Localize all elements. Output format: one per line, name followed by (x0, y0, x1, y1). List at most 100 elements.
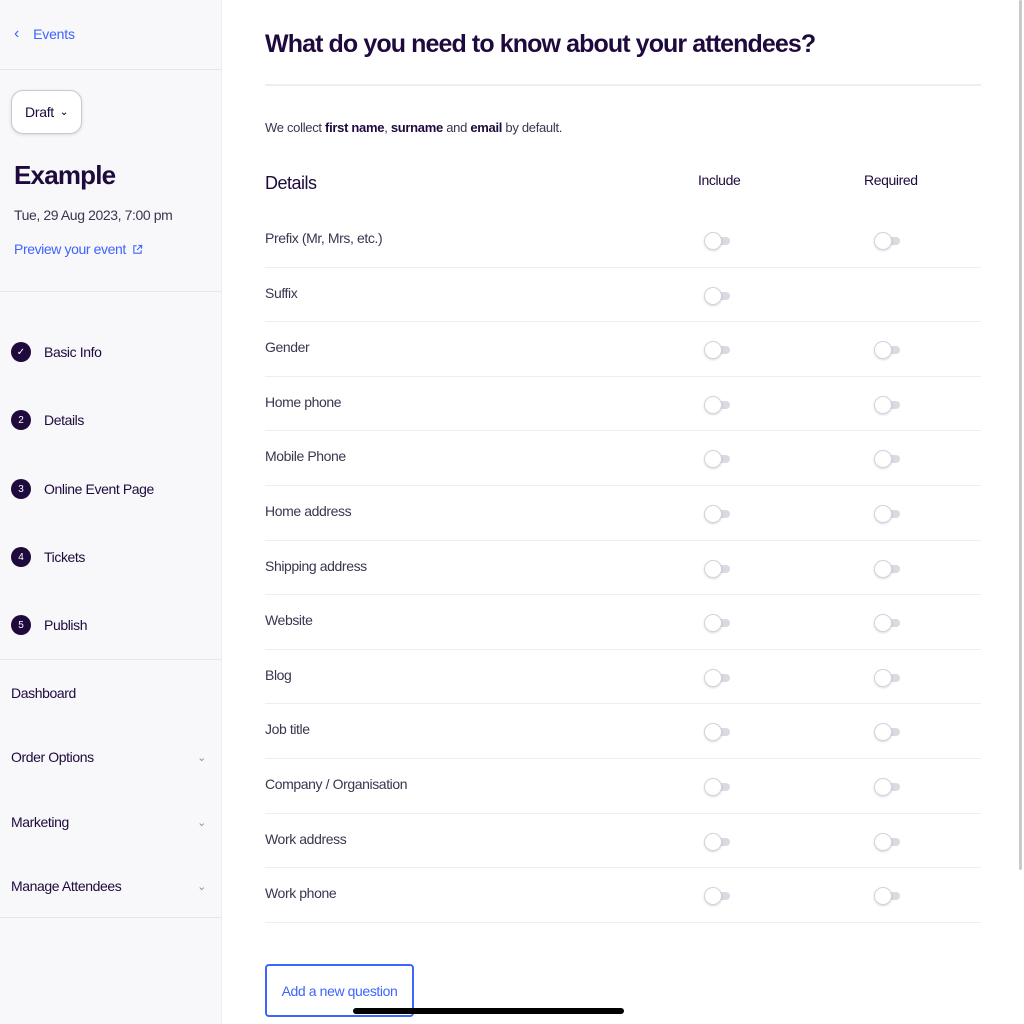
step-number: 5 (11, 615, 31, 635)
required-toggle[interactable] (874, 341, 902, 360)
field-label: Job title (265, 721, 310, 738)
back-link-label: Events (33, 26, 75, 42)
step-number: 2 (11, 410, 31, 430)
chevron-down-icon: ⌄ (197, 751, 206, 764)
required-toggle[interactable] (874, 723, 902, 742)
toggle-knob (874, 232, 892, 250)
toggle-knob (704, 341, 722, 360)
nav-order-options[interactable]: Order Options ⌄ (11, 745, 206, 769)
scrollbar[interactable] (1019, 0, 1022, 870)
required-toggle[interactable] (874, 832, 902, 851)
required-toggle[interactable] (874, 450, 902, 469)
nav-marketing[interactable]: Marketing ⌄ (11, 810, 206, 834)
field-label: Shipping address (265, 557, 367, 574)
include-toggle[interactable] (704, 614, 732, 633)
step-details[interactable]: 2 Details (11, 407, 84, 433)
step-label: Basic Info (44, 344, 102, 360)
toggle-knob (704, 559, 722, 578)
toggle-knob (704, 777, 722, 796)
step-publish[interactable]: 5 Publish (11, 612, 88, 638)
chevron-down-icon: ⌄ (197, 880, 206, 893)
step-basic-info[interactable]: ✓ Basic Info (11, 339, 102, 365)
step-label: Publish (44, 617, 88, 633)
nav-manage-attendees[interactable]: Manage Attendees ⌄ (11, 874, 206, 898)
toggle-knob (704, 614, 722, 633)
field-row: Suffix (265, 268, 981, 323)
toggle-knob (874, 559, 892, 578)
field-label: Home address (265, 502, 352, 519)
include-toggle[interactable] (704, 723, 732, 742)
step-label: Online Event Page (44, 481, 154, 497)
preview-event-link[interactable]: Preview your event (14, 241, 143, 257)
toggle-knob (704, 504, 722, 523)
include-toggle[interactable] (704, 559, 732, 578)
chevron-down-icon: ⌄ (59, 106, 68, 118)
toggle-knob (704, 450, 722, 469)
sidebar-divider (0, 659, 222, 660)
include-toggle[interactable] (704, 286, 732, 305)
include-toggle[interactable] (704, 832, 732, 851)
field-label: Suffix (265, 284, 298, 301)
step-label: Details (44, 412, 84, 428)
required-toggle[interactable] (874, 614, 902, 633)
chevron-left-icon: ‹ (14, 25, 20, 42)
include-toggle[interactable] (704, 232, 732, 250)
toggle-knob (874, 614, 892, 633)
field-row: Gender (265, 322, 981, 377)
nav-dashboard[interactable]: Dashboard (11, 681, 206, 705)
required-toggle[interactable] (874, 504, 902, 523)
required-toggle[interactable] (874, 395, 902, 414)
required-header: Required (864, 172, 918, 188)
toggle-knob (874, 341, 892, 360)
preview-link-label: Preview your event (14, 241, 126, 257)
include-toggle[interactable] (704, 450, 732, 469)
sidebar-divider (0, 291, 222, 292)
home-indicator (353, 1008, 624, 1014)
required-toggle[interactable] (874, 232, 902, 250)
field-label: Prefix (Mr, Mrs, etc.) (265, 230, 383, 246)
chevron-down-icon: ⌄ (197, 816, 206, 829)
include-toggle[interactable] (704, 887, 732, 906)
toggle-knob (704, 286, 722, 305)
back-to-events-link[interactable]: ‹ Events (14, 24, 75, 44)
nav-label: Marketing (11, 814, 69, 830)
include-toggle[interactable] (704, 668, 732, 687)
field-label: Mobile Phone (265, 448, 346, 465)
title-divider (265, 84, 981, 86)
required-toggle[interactable] (874, 559, 902, 578)
details-header: Details (265, 173, 317, 193)
field-row: Work address (265, 814, 981, 869)
include-toggle[interactable] (704, 777, 732, 796)
field-row: Mobile Phone (265, 431, 981, 486)
field-label: Website (265, 612, 313, 629)
include-toggle[interactable] (704, 504, 732, 523)
field-row: Job title (265, 704, 981, 759)
step-number: 4 (11, 547, 31, 567)
event-name: Example (14, 160, 116, 190)
step-tickets[interactable]: 4 Tickets (11, 544, 85, 570)
toggle-knob (874, 777, 892, 796)
required-toggle[interactable] (874, 777, 902, 796)
sidebar-divider (0, 69, 222, 70)
toggle-knob (704, 395, 722, 414)
status-dropdown[interactable]: Draft ⌄ (11, 90, 82, 134)
attendee-fields-list: Prefix (Mr, Mrs, etc.) Suffix Gender Home p… (265, 213, 981, 923)
sidebar: ‹ Events Draft ⌄ Example Tue, 29 Aug 202… (0, 0, 222, 1024)
event-date: Tue, 29 Aug 2023, 7:00 pm (14, 207, 173, 223)
field-label: Work phone (265, 885, 337, 902)
required-toggle[interactable] (874, 887, 902, 906)
step-label: Tickets (44, 549, 86, 565)
status-label: Draft (25, 104, 54, 120)
toggle-knob (874, 887, 892, 906)
nav-label: Dashboard (11, 685, 76, 701)
required-toggle[interactable] (874, 668, 902, 687)
include-toggle[interactable] (704, 341, 732, 360)
toggle-knob (874, 395, 892, 414)
toggle-knob (704, 887, 722, 906)
field-label: Blog (265, 666, 292, 683)
toggle-knob (874, 504, 892, 523)
toggle-knob (704, 723, 722, 742)
include-toggle[interactable] (704, 395, 732, 414)
step-online-event-page[interactable]: 3 Online Event Page (11, 476, 154, 502)
include-header: Include (698, 172, 741, 188)
